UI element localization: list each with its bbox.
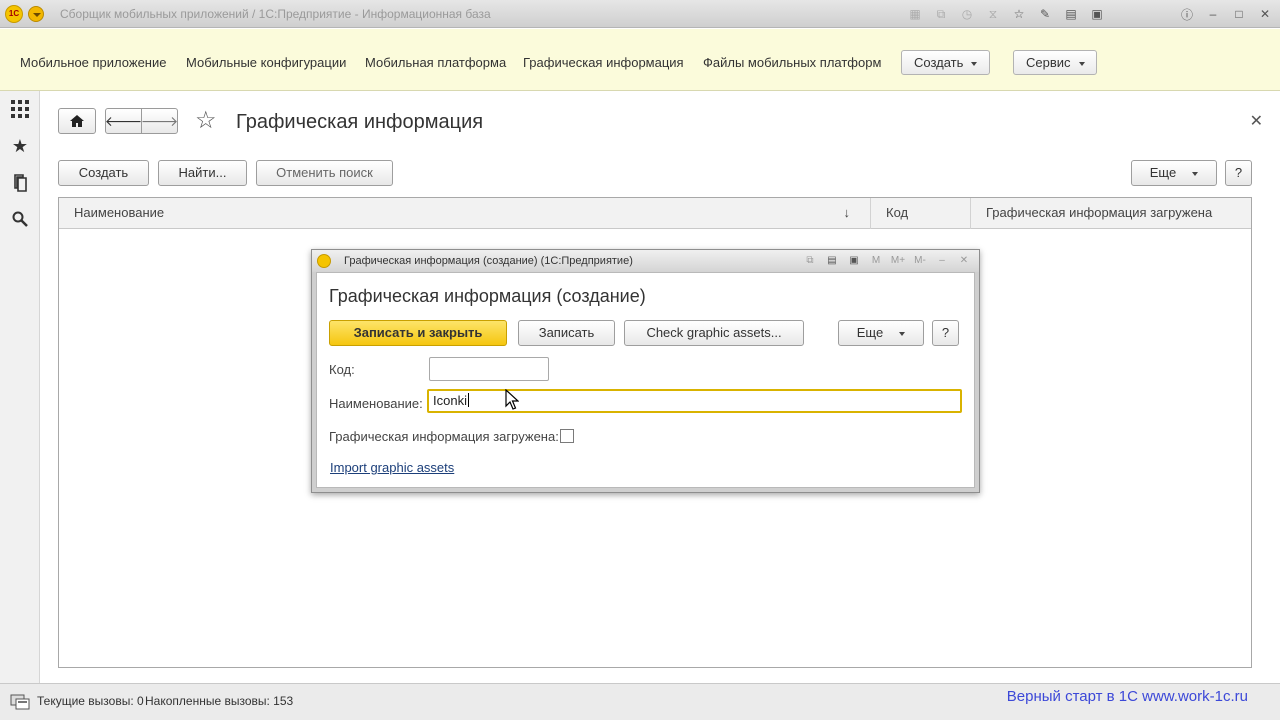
code-label: Код: (329, 362, 355, 377)
loaded-label: Графическая информация загружена: (329, 429, 559, 444)
copy-icon[interactable]: ⧉ (930, 3, 952, 25)
history-pages-icon[interactable] (10, 173, 30, 193)
link-icon[interactable]: ⧖ (982, 3, 1004, 25)
calculator-icon[interactable]: ▤ (1060, 3, 1082, 25)
calculator-icon[interactable]: ▤ (821, 252, 843, 270)
more-label: Еще (1149, 165, 1177, 180)
chevron-down-icon (1078, 61, 1085, 66)
memory-m-icon[interactable]: M (865, 252, 887, 270)
find-button[interactable]: Найти... (158, 160, 247, 186)
column-header-name-label: Наименование (74, 205, 165, 220)
close-form-icon[interactable]: ✕ (1250, 111, 1263, 131)
apps-grid-icon[interactable] (10, 99, 30, 119)
current-calls-text: Текущие вызовы: 0 (37, 694, 144, 708)
bookmark-icon[interactable]: ✎ (1034, 3, 1056, 25)
favorites-add-icon[interactable]: ☆ (1008, 3, 1030, 25)
arrow-left-icon: 🡐 (104, 112, 143, 129)
save-button[interactable]: Записать (518, 320, 615, 346)
create-menu-button[interactable]: Создать (901, 50, 991, 75)
sort-down-icon: ↓ (843, 205, 851, 220)
cancel-search-button[interactable]: Отменить поиск (256, 160, 393, 186)
memory-plus-icon[interactable]: M+ (887, 252, 909, 270)
more-button[interactable]: Еще (1131, 160, 1217, 186)
forward-button[interactable]: 🡒 (141, 108, 178, 134)
create-button[interactable]: Создать (58, 160, 149, 186)
name-field-value: Iconki (433, 393, 467, 408)
column-header-name[interactable]: Наименование ↓ (59, 198, 871, 229)
dialog-titlebar: Графическая информация (создание) (1С:Пр… (312, 250, 979, 272)
create-dialog: Графическая информация (создание) (1С:Пр… (311, 249, 980, 493)
chevron-down-icon (971, 61, 978, 66)
dialog-help-button[interactable]: ? (932, 320, 959, 346)
name-label: Наименование: (329, 396, 423, 411)
page-title: Графическая информация (236, 111, 484, 133)
window-titlebar: 1С Сборщик мобильных приложений / 1С:Пре… (0, 0, 1280, 28)
dialog-more-label: Еще (856, 325, 884, 340)
dialog-heading: Графическая информация (создание) (329, 286, 646, 306)
check-graphic-assets-button[interactable]: Check graphic assets... (624, 320, 804, 346)
code-field[interactable] (429, 357, 549, 381)
text-caret (467, 393, 469, 407)
back-button[interactable]: 🡐 (105, 108, 142, 134)
import-graphic-assets-link[interactable]: Import graphic assets (330, 460, 454, 475)
arrow-right-icon: 🡒 (140, 112, 179, 129)
1c-logo-icon (317, 254, 331, 268)
favorite-star-icon[interactable]: ☆ (195, 108, 217, 134)
dialog-body: Графическая информация (создание) Записа… (316, 272, 975, 488)
service-menu-label: Сервис (1026, 55, 1071, 70)
close-icon[interactable]: ✕ (1254, 3, 1276, 25)
maximize-icon[interactable]: □ (1228, 3, 1250, 25)
memory-minus-icon[interactable]: M- (909, 252, 931, 270)
search-icon[interactable] (10, 209, 30, 229)
link-icon[interactable]: ⧉ (799, 252, 821, 270)
dialog-caption: Графическая информация (создание) (1С:Пр… (344, 255, 633, 267)
dialog-titlebar-icons: ⧉ ▤ ▣ M M+ M- – ✕ (799, 252, 975, 270)
loaded-checkbox[interactable] (560, 429, 574, 443)
section-mobile-platform[interactable]: Мобильная платформа (365, 55, 506, 70)
favorites-star-icon[interactable]: ★ (10, 136, 30, 156)
table-header: Наименование ↓ Код Графическая информаци… (59, 198, 1251, 229)
column-header-code[interactable]: Код (871, 198, 971, 229)
save-and-close-button[interactable]: Записать и закрыть (329, 320, 507, 346)
close-icon[interactable]: ✕ (953, 252, 975, 270)
minimize-icon[interactable]: – (931, 252, 953, 270)
info-icon[interactable]: ⓘ (1176, 3, 1198, 25)
watermark-text: Верный старт в 1С www.work-1c.ru (1006, 688, 1248, 705)
titlebar-icons: ▦ ⧉ ◷ ⧖ ☆ ✎ ▤ ▣ ⓘ – □ ✕ (904, 0, 1280, 28)
home-button[interactable] (58, 108, 96, 134)
main-menu-button[interactable] (28, 6, 44, 22)
mouse-cursor-icon (505, 388, 520, 414)
left-toolbar: ★ (0, 91, 40, 683)
history-icon[interactable]: ◷ (956, 3, 978, 25)
window-title: Сборщик мобильных приложений / 1С:Предпр… (60, 7, 491, 21)
accumulated-calls-text: Накопленные вызовы: 153 (145, 694, 294, 708)
section-mobile-configurations[interactable]: Мобильные конфигурации (186, 55, 346, 70)
1c-logo-icon: 1С (5, 5, 23, 23)
section-mobile-app[interactable]: Мобильное приложение (20, 55, 166, 70)
dialog-more-button[interactable]: Еще (838, 320, 924, 346)
create-menu-label: Создать (914, 55, 964, 70)
chevron-down-icon (899, 331, 906, 336)
home-icon (70, 115, 84, 127)
section-platform-files[interactable]: Файлы мобильных платформ (703, 55, 881, 70)
chevron-down-icon (1192, 171, 1199, 176)
save-icon[interactable]: ▦ (904, 3, 926, 25)
calendar-icon[interactable]: ▣ (1086, 3, 1108, 25)
calendar-icon[interactable]: ▣ (843, 252, 865, 270)
service-menu-button[interactable]: Сервис (1013, 50, 1097, 75)
minimize-icon[interactable]: – (1202, 3, 1224, 25)
help-button[interactable]: ? (1225, 160, 1252, 186)
section-graphic-info[interactable]: Графическая информация (523, 55, 684, 70)
sections-panel: Мобильное приложение Мобильные конфигура… (0, 29, 1280, 91)
status-bar: Текущие вызовы: 0 Накопленные вызовы: 15… (0, 683, 1280, 720)
column-header-loaded[interactable]: Графическая информация загружена (971, 198, 1251, 229)
performance-meter-icon[interactable] (10, 692, 30, 710)
